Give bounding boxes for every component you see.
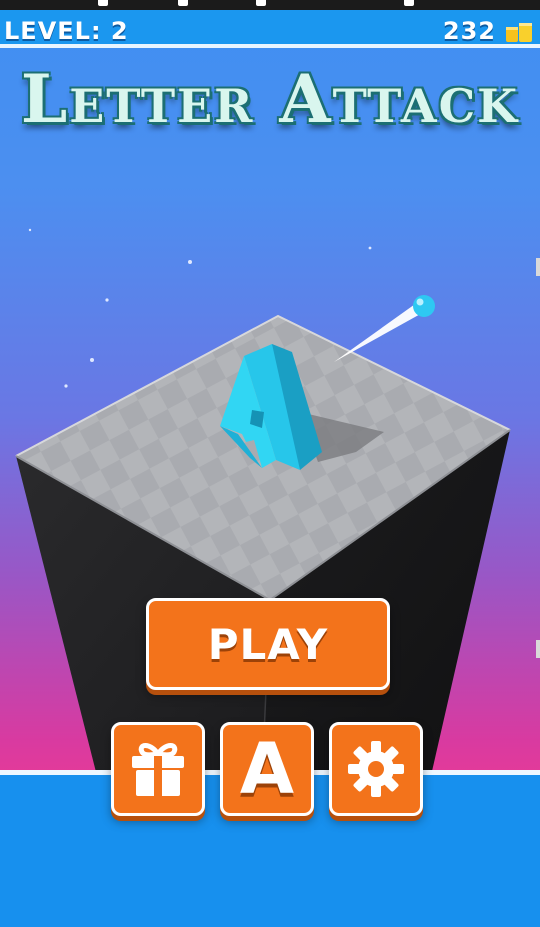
projectile xyxy=(334,295,435,362)
settings-button[interactable] xyxy=(329,722,423,816)
scroll-edge-marker xyxy=(536,258,540,276)
hud-bar: LEVEL: 2 232 xyxy=(0,10,540,44)
coin-stack-icon xyxy=(506,23,532,42)
status-bar xyxy=(0,0,540,10)
gear-icon xyxy=(348,741,404,797)
play-button[interactable]: PLAY xyxy=(146,598,390,690)
scroll-edge-marker xyxy=(536,640,540,658)
level-indicator: LEVEL: 2 xyxy=(4,17,129,45)
game-screen: LEVEL: 2 232 Letter Attack PLAY A xyxy=(0,0,540,927)
letter-select-button[interactable]: A xyxy=(220,722,314,816)
game-title: Letter Attack xyxy=(20,60,520,138)
projectile-ball xyxy=(413,295,435,317)
play-button-label: PLAY xyxy=(207,619,329,669)
hud-divider xyxy=(0,44,540,48)
gift-icon xyxy=(132,743,184,796)
coin-count: 232 xyxy=(442,17,496,45)
gift-button[interactable] xyxy=(111,722,205,816)
letter-select-label: A xyxy=(239,728,295,810)
